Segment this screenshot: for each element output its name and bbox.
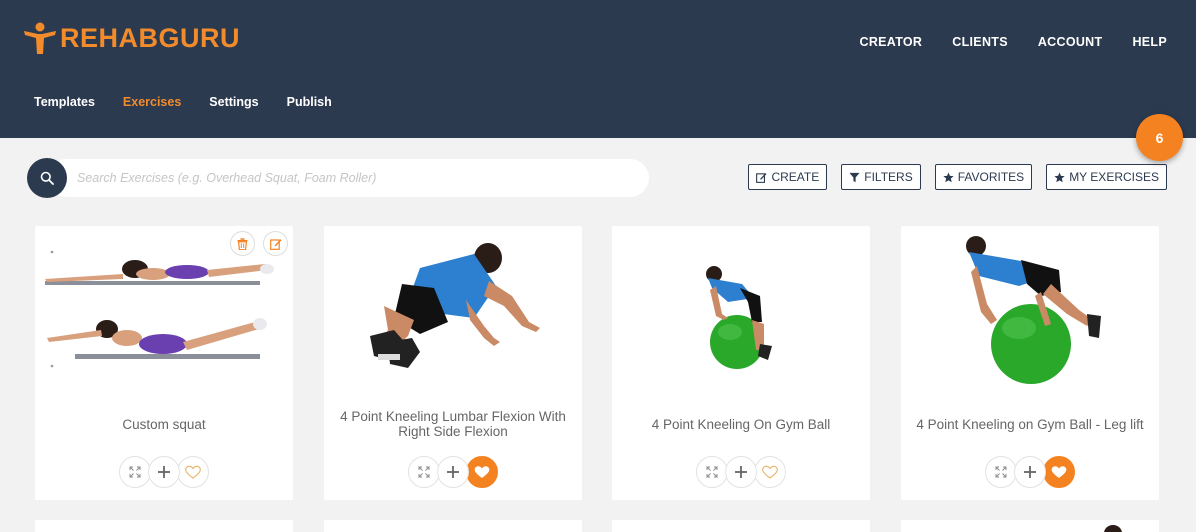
card-controls xyxy=(612,456,870,488)
heart-icon xyxy=(762,465,778,479)
filter-icon xyxy=(849,172,860,182)
create-label: CREATE xyxy=(771,170,820,184)
heart-icon xyxy=(185,465,201,479)
card-tools xyxy=(230,231,288,256)
exercise-card[interactable]: 4 Point Kneeling On Gym Ball xyxy=(612,226,870,500)
exercise-photo xyxy=(1104,525,1122,532)
edit-icon xyxy=(756,172,768,183)
tab-publish[interactable]: Publish xyxy=(287,95,332,109)
nav-help[interactable]: HELP xyxy=(1132,35,1167,49)
favorites-button[interactable]: FAVORITES xyxy=(934,164,1033,190)
exercise-card[interactable]: 4 Point Kneeling on Gym Ball - Leg lift xyxy=(901,226,1159,500)
edit-icon xyxy=(269,238,281,250)
favorite-button[interactable] xyxy=(466,456,498,488)
exercise-card[interactable] xyxy=(612,520,870,532)
exercise-card[interactable] xyxy=(901,520,1159,532)
expand-icon xyxy=(995,466,1007,478)
tab-templates[interactable]: Templates xyxy=(34,95,95,109)
favorite-button[interactable] xyxy=(1043,456,1075,488)
exercise-title: 4 Point Kneeling Lumbar Flexion With Rig… xyxy=(340,409,566,439)
expand-button[interactable] xyxy=(119,456,151,488)
tab-settings[interactable]: Settings xyxy=(209,95,258,109)
heart-icon xyxy=(474,466,490,478)
my-exercises-button[interactable]: MY EXERCISES xyxy=(1046,164,1167,190)
expand-button[interactable] xyxy=(696,456,728,488)
rehabguru-logo[interactable]: REHABGURU xyxy=(22,18,240,58)
kneeling-flexion-photo xyxy=(370,243,540,368)
exercise-actions: CREATE FILTERS FAVORITES MY EXERCISES xyxy=(748,164,1167,190)
expand-button[interactable] xyxy=(985,456,1017,488)
my-exercises-label: MY EXERCISES xyxy=(1069,170,1159,184)
card-controls xyxy=(35,456,293,488)
count-badge[interactable]: 6 xyxy=(1136,114,1183,161)
trash-icon xyxy=(237,237,248,250)
rehabguru-logo-icon xyxy=(24,22,56,54)
exercise-title: 4 Point Kneeling On Gym Ball xyxy=(651,416,831,432)
exercise-card[interactable] xyxy=(324,520,582,532)
sub-navigation: Templates Exercises Settings Publish xyxy=(34,95,332,109)
favorite-button[interactable] xyxy=(754,456,786,488)
search-input[interactable] xyxy=(47,159,649,197)
nav-creator[interactable]: CREATOR xyxy=(860,35,923,49)
favorites-label: FAVORITES xyxy=(957,170,1025,184)
star-icon xyxy=(943,171,954,182)
exercise-title: Custom squat xyxy=(122,416,206,432)
expand-icon xyxy=(706,466,718,478)
nav-account[interactable]: ACCOUNT xyxy=(1038,35,1103,49)
plus-icon xyxy=(735,466,747,478)
card-controls xyxy=(901,456,1159,488)
add-button[interactable] xyxy=(437,456,469,488)
exercise-card[interactable] xyxy=(35,520,293,532)
star-icon xyxy=(1054,171,1065,182)
expand-icon xyxy=(129,466,141,478)
filters-button[interactable]: FILTERS xyxy=(841,164,921,190)
nav-clients[interactable]: CLIENTS xyxy=(952,35,1008,49)
tab-exercises[interactable]: Exercises xyxy=(123,95,181,109)
add-button[interactable] xyxy=(1014,456,1046,488)
edit-button[interactable] xyxy=(263,231,288,256)
plus-icon xyxy=(158,466,170,478)
brand-name: REHABGURU xyxy=(60,22,240,53)
add-button[interactable] xyxy=(725,456,757,488)
search-button[interactable] xyxy=(27,158,67,198)
heart-icon xyxy=(1051,466,1067,478)
favorite-button[interactable] xyxy=(177,456,209,488)
exercise-card[interactable]: 4 Point Kneeling Lumbar Flexion With Rig… xyxy=(324,226,582,500)
expand-icon xyxy=(418,466,430,478)
plus-icon xyxy=(447,466,459,478)
app-header: REHABGURU CREATOR CLIENTS ACCOUNT HELP T… xyxy=(0,0,1196,138)
add-button[interactable] xyxy=(148,456,180,488)
filters-label: FILTERS xyxy=(864,170,913,184)
search-bar xyxy=(27,158,649,198)
search-icon xyxy=(40,171,54,185)
create-button[interactable]: CREATE xyxy=(748,164,828,190)
exercise-title: 4 Point Kneeling on Gym Ball - Leg lift xyxy=(916,416,1144,432)
gym-ball-leg-lift-photo xyxy=(966,236,1101,384)
delete-button[interactable] xyxy=(230,231,255,256)
expand-button[interactable] xyxy=(408,456,440,488)
top-navigation: CREATOR CLIENTS ACCOUNT HELP xyxy=(860,35,1168,49)
gym-ball-kneeling-photo xyxy=(706,266,772,369)
card-controls xyxy=(324,456,582,488)
plus-icon xyxy=(1024,466,1036,478)
exercise-card[interactable]: Custom squat xyxy=(35,226,293,500)
